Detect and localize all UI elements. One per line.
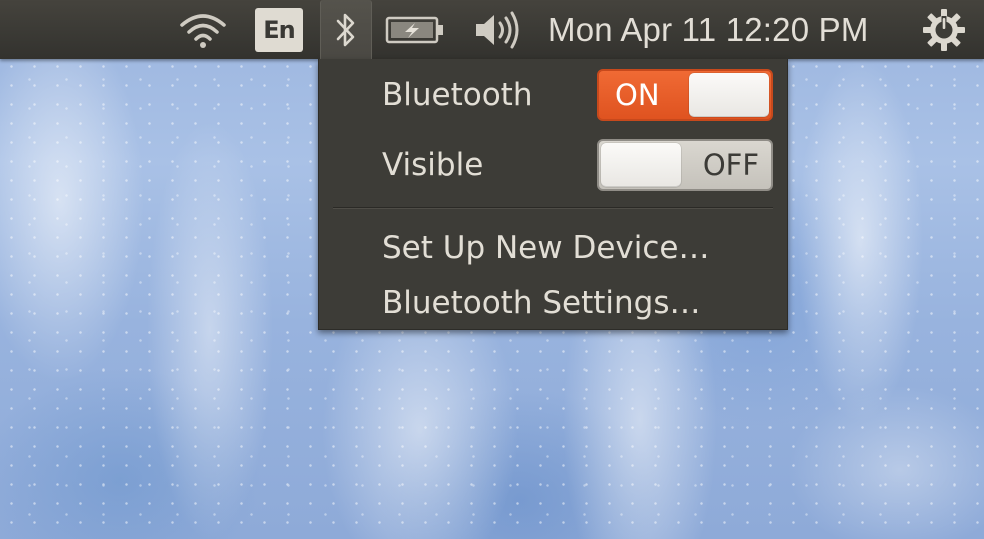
keyboard-layout-indicator[interactable]: En: [250, 0, 308, 59]
menu-item-bluetooth-settings[interactable]: Bluetooth Settings…: [319, 277, 787, 329]
top-panel: En Mon Apr 11 12:20 PM: [0, 0, 984, 59]
visible-switch-state: OFF: [702, 148, 759, 182]
bluetooth-toggle-row[interactable]: Bluetooth ON: [319, 63, 787, 127]
bluetooth-icon: [336, 13, 355, 46]
menu-separator: [333, 207, 773, 209]
menu-item-set-up-new-device[interactable]: Set Up New Device…: [319, 222, 787, 274]
clock-indicator[interactable]: Mon Apr 11 12:20 PM: [548, 0, 898, 59]
visible-switch-knob[interactable]: [601, 143, 681, 187]
wifi-icon: [180, 13, 226, 48]
bluetooth-label: Bluetooth: [382, 77, 533, 113]
bluetooth-indicator[interactable]: [320, 0, 372, 59]
battery-indicator[interactable]: [382, 0, 448, 59]
bluetooth-switch-state: ON: [615, 78, 660, 112]
desktop: En Mon Apr 11 12:20 PM Bluetooth ON Visi…: [0, 0, 984, 539]
menu-item-label: Bluetooth Settings…: [382, 285, 701, 321]
wifi-indicator[interactable]: [176, 0, 230, 59]
visible-toggle-row[interactable]: Visible OFF: [319, 133, 787, 197]
volume-icon: [476, 11, 519, 48]
session-indicator[interactable]: [914, 0, 974, 59]
keyboard-layout-label: En: [255, 7, 303, 52]
menu-item-label: Set Up New Device…: [382, 230, 710, 266]
sound-indicator[interactable]: [466, 0, 526, 59]
visible-switch[interactable]: OFF: [597, 139, 773, 191]
bluetooth-menu: Bluetooth ON Visible OFF Set Up New Devi…: [318, 59, 788, 330]
bluetooth-switch[interactable]: ON: [597, 69, 773, 121]
battery-charging-icon: [385, 16, 443, 43]
visible-label: Visible: [382, 147, 484, 183]
bluetooth-switch-knob[interactable]: [689, 73, 769, 117]
power-gear-icon: [923, 8, 965, 51]
